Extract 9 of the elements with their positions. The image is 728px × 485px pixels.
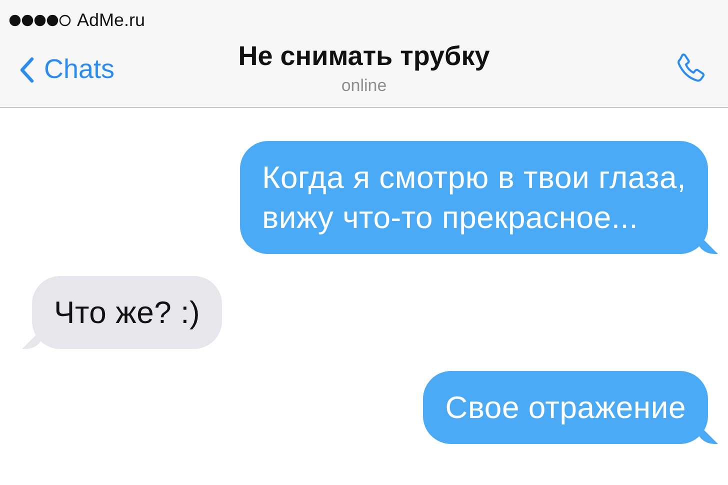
back-button[interactable]: Chats [0,53,121,86]
contact-status: online [341,76,387,96]
carrier-name: AdMe.ru [77,10,146,30]
chat-title: Не снимать трубку [238,41,490,72]
message-bubble: Свое отражение [423,371,718,444]
message-bubble: Что же? :) [22,276,222,349]
signal-icon [9,14,71,26]
chevron-left-icon [20,56,34,82]
message-bubble: Когда я смотрю в твои глаза, вижу что-то прекрасное... [240,141,718,254]
